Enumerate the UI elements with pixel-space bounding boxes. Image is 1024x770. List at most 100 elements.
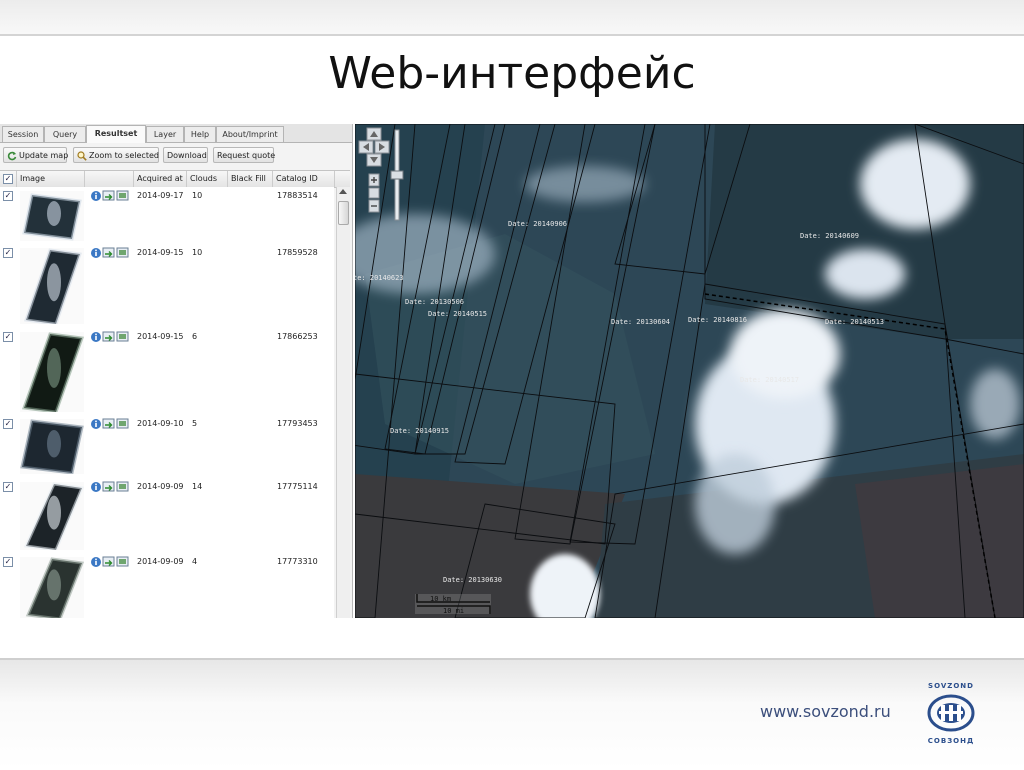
company-url[interactable]: www.sovzond.ru [760,702,891,721]
info-icon[interactable] [91,557,101,567]
update-map-button[interactable]: Update map [3,147,68,163]
preview-icon[interactable] [116,190,129,201]
row-checkbox[interactable]: ✓ [3,419,13,429]
table-row[interactable]: ✓ 2014-09-09 4 17773310 [0,553,334,618]
row-actions [91,481,129,492]
catalog-id-cell: 17866253 [277,332,318,341]
satellite-map[interactable]: Date: 20140906 Date: 20140609 te: 20140623… [355,124,1024,618]
table-row[interactable]: ✓ 2014-09-15 10 17859528 [0,244,334,329]
row-checkbox[interactable]: ✓ [3,191,13,201]
clouds-cell: 10 [192,191,203,200]
scene-thumbnail[interactable] [20,482,84,550]
header-select-all: ✓ [0,171,17,187]
slide-top-band [0,0,1024,36]
table-row[interactable]: ✓ 2014-09-09 14 17775114 [0,478,334,554]
catalog-id-cell: 17773310 [277,557,318,566]
row-actions [91,418,129,429]
tab-about-imprint[interactable]: About/Imprint [216,126,284,142]
footprint-date-label: Date: 20140915 [390,427,449,435]
scroll-thumb[interactable] [338,201,349,225]
footprint-date-label: Date: 20140515 [428,310,487,318]
scene-thumbnail[interactable] [20,248,84,324]
footprint-date-label: Date: 20140609 [800,232,859,240]
preview-icon[interactable] [116,418,129,429]
clouds-cell: 6 [192,332,198,341]
tab-resultset[interactable]: Resultset [86,125,146,143]
resultset-panel: Session Query Resultset Layer Help About… [0,124,353,618]
logo-top-text: SOVZOND [928,682,974,690]
info-icon[interactable] [91,332,101,342]
preview-icon[interactable] [116,247,129,258]
clouds-cell: 4 [192,557,198,566]
results-scrollbar[interactable] [336,187,350,618]
sovzond-logo: SOVZOND СОВЗОНД [918,682,984,746]
table-row[interactable]: ✓ 2014-09-17 10 17883514 [0,187,334,245]
zoom-to-selected-label: Zoom to selected [89,151,159,160]
zoom-level-mark[interactable] [368,187,380,199]
zoom-to-selected-button[interactable]: Zoom to selected [73,147,159,163]
panel-tabs: Session Query Resultset Layer Help About… [0,124,352,143]
map-view[interactable]: Date: 20140906 Date: 20140609 te: 20140623… [355,124,1024,618]
zoom-slider-handle[interactable] [390,170,404,180]
footprint-date-label: Date: 20140816 [688,316,747,324]
resultset-toolbar: Update map Zoom to selected Download Req… [0,144,352,168]
download-button[interactable]: Download [163,147,208,163]
tab-help[interactable]: Help [184,126,216,142]
acquired-at-cell: 2014-09-15 [137,248,184,257]
tab-layer[interactable]: Layer [146,126,184,142]
footprint-date-label: Date: 20140517 [740,376,799,384]
slide-title: Web-интерфейс [328,48,696,99]
zoom-icon [77,150,87,161]
preview-icon[interactable] [116,481,129,492]
footprint-date-label: Date: 20130506 [405,298,464,306]
column-catalog-id[interactable]: Catalog ID [273,171,335,187]
add-to-map-icon[interactable] [102,481,115,492]
catalog-id-cell: 17883514 [277,191,318,200]
clouds-cell: 10 [192,248,203,257]
scroll-up-arrow[interactable] [339,189,347,194]
preview-icon[interactable] [116,556,129,567]
add-to-map-icon[interactable] [102,331,115,342]
info-icon[interactable] [91,482,101,492]
row-actions [91,556,129,567]
column-acquired-at[interactable]: Acquired at [134,171,187,187]
acquired-at-cell: 2014-09-09 [137,557,184,566]
info-icon[interactable] [91,191,101,201]
tab-query[interactable]: Query [44,126,86,142]
add-to-map-icon[interactable] [102,190,115,201]
add-to-map-icon[interactable] [102,247,115,258]
select-all-checkbox[interactable]: ✓ [3,174,13,184]
scale-line: 10 km 10 mi [415,594,491,615]
row-checkbox[interactable]: ✓ [3,482,13,492]
catalog-id-cell: 17859528 [277,248,318,257]
table-row[interactable]: ✓ 2014-09-15 6 17866253 [0,328,334,416]
logo-bottom-text: СОВЗОНД [927,737,975,745]
scene-thumbnail[interactable] [20,419,84,474]
footprint-date-label: Date: 20130630 [443,576,502,584]
acquired-at-cell: 2014-09-17 [137,191,184,200]
footprint-date-label: Date: 20130604 [611,318,670,326]
info-icon[interactable] [91,248,101,258]
tab-session[interactable]: Session [2,126,44,142]
refresh-icon [7,151,17,160]
column-clouds[interactable]: Clouds [187,171,228,187]
column-black-fill[interactable]: Black Fill [228,171,273,187]
row-checkbox[interactable]: ✓ [3,248,13,258]
scene-thumbnail[interactable] [20,332,84,412]
scale-mi-label: 10 mi [443,607,464,615]
add-to-map-icon[interactable] [102,556,115,567]
add-to-map-icon[interactable] [102,418,115,429]
scene-thumbnail[interactable] [20,191,84,241]
preview-icon[interactable] [116,331,129,342]
table-row[interactable]: ✓ 2014-09-10 5 17793453 [0,415,334,479]
request-quote-button[interactable]: Request quote [213,147,275,163]
row-checkbox[interactable]: ✓ [3,557,13,567]
column-tools [85,171,134,187]
row-actions [91,247,129,258]
web-client: Session Query Resultset Layer Help About… [0,124,1024,618]
column-image[interactable]: Image [17,171,85,187]
scene-thumbnail[interactable] [20,557,84,618]
row-checkbox[interactable]: ✓ [3,332,13,342]
info-icon[interactable] [91,419,101,429]
catalog-id-cell: 17793453 [277,419,318,428]
